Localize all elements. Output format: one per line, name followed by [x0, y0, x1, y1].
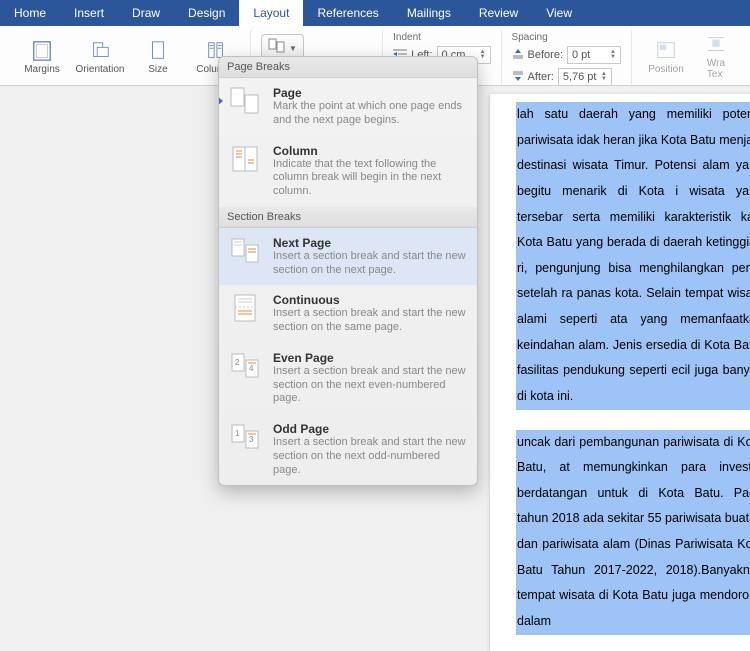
option-description: Insert a section break and start the new…: [273, 250, 467, 278]
spacing-after-value: 5,76 pt: [563, 71, 597, 83]
spacing-after-field: After: 5,76 pt ▲▼: [512, 68, 621, 86]
option-title: Next Page: [273, 236, 467, 250]
position-label: Position: [648, 64, 684, 75]
option-description: Indicate that the text following the col…: [273, 158, 467, 199]
break-option-icon: 24: [229, 351, 263, 381]
stepper-icon[interactable]: ▲▼: [480, 50, 486, 60]
break-option-icon: [229, 236, 263, 266]
svg-text:2: 2: [235, 358, 240, 367]
spacing-group: Spacing Before: 0 pt ▲▼ After: 5,76 pt ▲▼: [502, 30, 632, 84]
break-option-icon: [229, 144, 263, 174]
option-title: Even Page: [273, 351, 467, 365]
stepper-icon[interactable]: ▲▼: [610, 50, 616, 60]
current-marker-icon: [218, 96, 223, 106]
dropdown-header: Page Breaks: [219, 57, 477, 78]
arrange-group: Position Wra Tex: [632, 30, 742, 84]
breaks-option-column[interactable]: ColumnIndicate that the text following t…: [219, 136, 477, 207]
tab-draw[interactable]: Draw: [118, 0, 174, 26]
spacing-after-icon: [512, 71, 524, 84]
chevron-down-icon: ▼: [289, 44, 297, 53]
spacing-before-value: 0 pt: [572, 49, 590, 61]
tab-design[interactable]: Design: [174, 0, 239, 26]
spacing-before-field: Before: 0 pt ▲▼: [512, 46, 621, 64]
orientation-button[interactable]: Orientation: [76, 40, 124, 75]
tab-bar: HomeInsertDrawDesignLayoutReferencesMail…: [0, 0, 750, 26]
tab-view[interactable]: View: [532, 0, 586, 26]
spacing-before-input[interactable]: 0 pt ▲▼: [567, 46, 621, 64]
tab-review[interactable]: Review: [465, 0, 532, 26]
tab-insert[interactable]: Insert: [60, 0, 118, 26]
option-description: Insert a section break and start the new…: [273, 365, 467, 406]
margins-icon: [31, 40, 53, 62]
breaks-option-next-page[interactable]: Next PageInsert a section break and star…: [219, 228, 477, 286]
option-description: Insert a section break and start the new…: [273, 436, 467, 477]
breaks-option-odd-page[interactable]: 13 Odd PageInsert a section break and sta…: [219, 414, 477, 485]
dropdown-header: Section Breaks: [219, 207, 477, 228]
spacing-after-label: After:: [528, 71, 554, 83]
margins-label: Margins: [24, 64, 60, 75]
stepper-icon[interactable]: ▲▼: [601, 72, 607, 82]
breaks-option-page[interactable]: PageMark the point at which one page end…: [219, 78, 477, 136]
option-title: Page: [273, 86, 467, 100]
spacing-after-input[interactable]: 5,76 pt ▲▼: [558, 68, 612, 86]
document-area: lah satu daerah yang memiliki potensi pa…: [490, 86, 750, 500]
svg-text:4: 4: [249, 364, 254, 373]
svg-text:3: 3: [249, 435, 254, 444]
svg-text:1: 1: [235, 429, 240, 438]
orientation-label: Orientation: [76, 64, 125, 75]
selected-text-1[interactable]: lah satu daerah yang memiliki potensi pa…: [516, 102, 750, 410]
indent-label: Indent: [393, 32, 421, 43]
wrap-text-label: Wra Tex: [707, 58, 725, 80]
breaks-dropdown-panel: Page BreaksPageMark the point at which o…: [218, 56, 478, 486]
size-icon: [147, 40, 169, 62]
size-label: Size: [148, 64, 167, 75]
spacing-label: Spacing: [512, 32, 548, 43]
spacing-before-label: Before:: [528, 49, 563, 61]
margins-button[interactable]: Margins: [18, 40, 66, 75]
tab-mailings[interactable]: Mailings: [393, 0, 465, 26]
selected-text-2[interactable]: uncak dari pembangunan pariwisata di Kot…: [516, 430, 750, 635]
size-button[interactable]: Size: [134, 40, 182, 75]
option-title: Continuous: [273, 293, 467, 307]
position-button[interactable]: Position: [642, 40, 690, 75]
option-title: Column: [273, 144, 467, 158]
position-icon: [655, 40, 677, 62]
wrap-text-icon: [705, 34, 727, 56]
break-option-icon: [229, 86, 263, 116]
document-page[interactable]: lah satu daerah yang memiliki potensi pa…: [490, 94, 750, 651]
tab-layout[interactable]: Layout: [239, 0, 303, 26]
spacing-before-icon: [512, 49, 524, 62]
page-setup-group: Margins Orientation Size Columns: [8, 30, 251, 84]
tab-home[interactable]: Home: [0, 0, 60, 26]
breaks-option-even-page[interactable]: 24 Even PageInsert a section break and st…: [219, 343, 477, 414]
option-description: Mark the point at which one page ends an…: [273, 100, 467, 128]
orientation-icon: [89, 40, 111, 62]
option-title: Odd Page: [273, 422, 467, 436]
tab-references[interactable]: References: [303, 0, 392, 26]
wrap-text-button[interactable]: Wra Tex: [700, 34, 732, 80]
break-option-icon: [229, 293, 263, 323]
break-option-icon: 13: [229, 422, 263, 452]
breaks-option-continuous[interactable]: ContinuousInsert a section break and sta…: [219, 285, 477, 343]
option-description: Insert a section break and start the new…: [273, 307, 467, 335]
